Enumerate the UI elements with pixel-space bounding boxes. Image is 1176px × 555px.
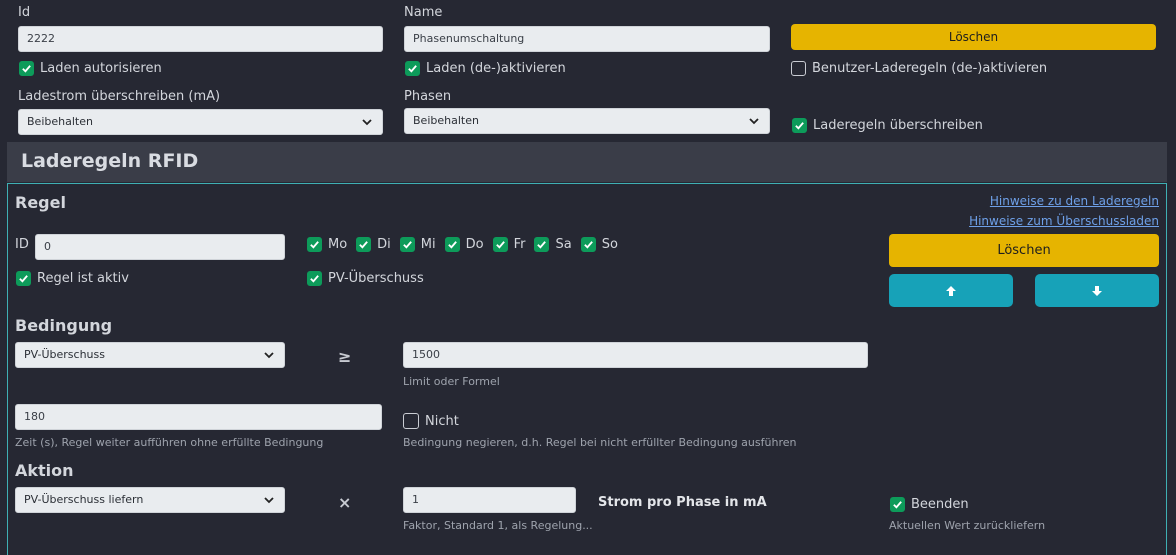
rule-id-label: ID	[15, 237, 29, 252]
weekday-checkbox-di[interactable]: Di	[356, 237, 391, 252]
activate-checkbox-row[interactable]: Laden (de-)aktivieren	[405, 61, 566, 76]
auth-checkbox-row[interactable]: Laden autorisieren	[19, 61, 162, 76]
check-icon[interactable]	[307, 237, 322, 252]
weekday-label: Mo	[328, 237, 348, 252]
action-select-value: PV-Überschuss liefern	[24, 493, 144, 506]
weekday-checkbox-so[interactable]: So	[580, 237, 618, 252]
arrow-up-icon	[946, 286, 956, 296]
weekday-checkbox-fr[interactable]: Fr	[492, 237, 526, 252]
move-up-button[interactable]	[889, 274, 1013, 307]
chevron-down-icon	[362, 119, 372, 126]
check-icon[interactable]	[492, 237, 508, 252]
operator-gte: ≥	[338, 347, 352, 366]
check-icon[interactable]	[534, 237, 550, 252]
phases-label: Phasen	[404, 89, 452, 104]
user-rules-label: Benutzer-Laderegeln (de-)aktivieren	[812, 61, 1048, 76]
current-select-value: Beibehalten	[27, 115, 93, 128]
name-label: Name	[404, 5, 443, 20]
chevron-down-icon	[264, 497, 274, 504]
delete-button-top[interactable]: Löschen	[791, 24, 1156, 50]
end-hint: Aktuellen Wert zurückliefern	[889, 519, 1046, 532]
override-checkbox-row[interactable]: Laderegeln überschreiben	[792, 118, 983, 133]
end-checkbox-row[interactable]: Beenden	[890, 497, 969, 512]
end-label: Beenden	[911, 497, 969, 512]
limit-hint: Limit oder Formel	[403, 375, 500, 388]
check-icon[interactable]	[580, 237, 596, 252]
hint-link-rules[interactable]: Hinweise zu den Laderegeln	[990, 194, 1159, 208]
hint-link-surplus[interactable]: Hinweise zum Überschussladen	[969, 214, 1159, 228]
pv-label: PV-Überschuss	[328, 271, 424, 286]
action-title: Aktion	[15, 461, 74, 480]
action-select[interactable]: PV-Überschuss liefern	[15, 487, 285, 513]
weekday-label: Mi	[420, 237, 436, 252]
factor-input[interactable]: 1	[403, 487, 576, 513]
rule-active-checkbox-row[interactable]: Regel ist aktiv	[16, 271, 129, 286]
chevron-down-icon	[264, 352, 274, 359]
weekday-checkbox-sa[interactable]: Sa	[534, 237, 572, 252]
check-icon[interactable]	[444, 237, 460, 252]
rule-active-label: Regel ist aktiv	[37, 271, 129, 286]
user-rules-checkbox-row[interactable]: Benutzer-Laderegeln (de-)aktivieren	[791, 61, 1047, 76]
check-icon[interactable]	[399, 237, 415, 252]
phases-select-value: Beibehalten	[413, 114, 479, 127]
move-down-button[interactable]	[1035, 274, 1159, 307]
id-label: Id	[18, 5, 31, 20]
chevron-down-icon	[749, 118, 759, 125]
check-icon[interactable]	[405, 61, 420, 76]
weekday-checkbox-mi[interactable]: Mi	[399, 237, 436, 252]
weekday-checkbox-mo[interactable]: Mo	[307, 237, 347, 252]
weekday-label: Di	[377, 237, 391, 252]
rule-id-input[interactable]: 0	[35, 234, 285, 260]
limit-input[interactable]: 1500	[403, 342, 868, 368]
operator-multiply: ×	[338, 493, 352, 512]
check-icon[interactable]	[19, 61, 34, 76]
not-hint: Bedingung negieren, d.h. Regel bei nicht…	[403, 436, 797, 449]
current-select[interactable]: Beibehalten	[18, 109, 383, 135]
arrow-down-icon	[1092, 286, 1102, 296]
factor-hint: Faktor, Standard 1, als Regelung...	[403, 519, 593, 532]
weekday-checkboxes: Mo Di Mi Do Fr Sa So	[307, 237, 618, 252]
activate-label: Laden (de-)aktivieren	[426, 61, 566, 76]
check-icon[interactable]	[356, 237, 372, 252]
not-label: Nicht	[425, 413, 459, 429]
weekday-label: So	[601, 237, 618, 252]
section-title: Laderegeln RFID	[21, 150, 199, 172]
time-input[interactable]: 180	[15, 404, 382, 430]
weekday-label: Do	[465, 237, 484, 252]
id-input[interactable]: 2222	[18, 26, 383, 52]
time-hint: Zeit (s), Regel weiter aufführen ohne er…	[15, 436, 324, 449]
not-checkbox-row[interactable]: Nicht	[403, 413, 459, 429]
check-icon[interactable]	[307, 271, 322, 286]
pv-checkbox-row[interactable]: PV-Überschuss	[307, 271, 424, 286]
check-icon[interactable]	[890, 497, 905, 512]
condition-select-value: PV-Überschuss	[24, 348, 105, 361]
rule-title: Regel	[15, 193, 66, 212]
weekday-checkbox-do[interactable]: Do	[444, 237, 484, 252]
weekday-label: Fr	[513, 237, 526, 252]
delete-rule-button[interactable]: Löschen	[889, 234, 1159, 267]
weekday-label: Sa	[555, 237, 572, 252]
phases-select[interactable]: Beibehalten	[404, 108, 770, 134]
condition-title: Bedingung	[15, 316, 113, 335]
auth-label: Laden autorisieren	[40, 61, 162, 76]
override-label: Laderegeln überschreiben	[813, 118, 983, 133]
check-icon[interactable]	[16, 271, 31, 286]
name-input[interactable]: Phasenumschaltung	[404, 26, 770, 52]
unit-label: Strom pro Phase in mA	[598, 495, 767, 510]
current-label: Ladestrom überschreiben (mA)	[18, 89, 221, 104]
unchecked-box-icon[interactable]	[403, 413, 419, 429]
unchecked-box-icon[interactable]	[791, 61, 806, 76]
section-header: Laderegeln RFID	[7, 142, 1167, 182]
condition-select[interactable]: PV-Überschuss	[15, 342, 285, 368]
check-icon[interactable]	[792, 118, 807, 133]
